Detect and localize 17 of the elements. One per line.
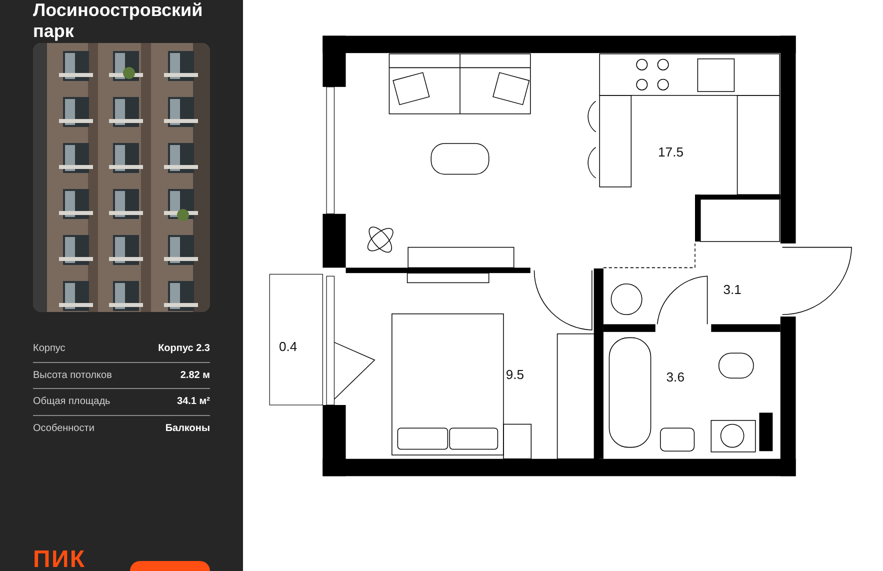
spec-value: Корпус 2.3 — [158, 342, 210, 356]
spec-label: Особенности — [33, 422, 94, 436]
spec-label: Общая площадь — [33, 395, 110, 410]
room-area-label: 0.4 — [279, 339, 298, 354]
logo: ПИК — [33, 549, 86, 571]
pill-button[interactable] — [130, 561, 210, 571]
room-area-label: 3.1 — [723, 282, 742, 298]
room-area-label: 17.5 — [658, 144, 684, 160]
spec-value: 34.1 м² — [177, 395, 210, 410]
room-area-label: 9.5 — [506, 366, 524, 382]
room-area-label: 3.6 — [666, 370, 684, 385]
project-title: парк — [33, 21, 75, 42]
spec-label: Корпус — [33, 342, 66, 356]
spec-value: 2.82 м — [180, 368, 210, 383]
spec-value: Балконы — [165, 422, 210, 436]
project-title: Лосиноостровский — [33, 0, 204, 21]
spec-label: Высота потолков — [33, 368, 112, 383]
